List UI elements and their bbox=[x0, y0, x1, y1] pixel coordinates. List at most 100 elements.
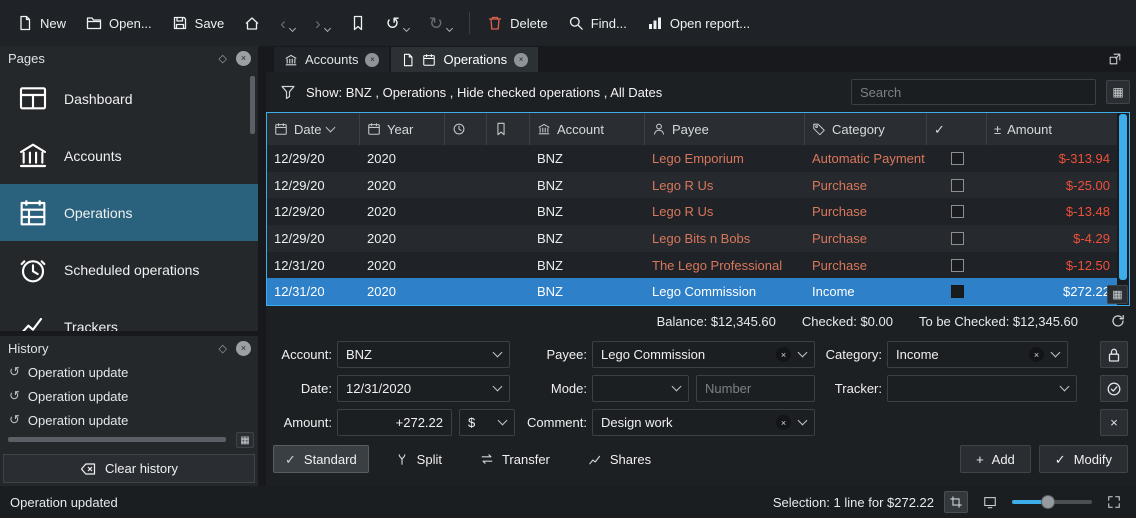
column-header-year[interactable]: Year bbox=[360, 113, 445, 145]
redo-dropdown-icon bbox=[446, 25, 453, 32]
column-header-category[interactable]: Category bbox=[805, 113, 927, 145]
open-report-label: Open report... bbox=[670, 16, 750, 31]
pages-scrollbar[interactable] bbox=[250, 76, 255, 134]
validate-button[interactable] bbox=[1100, 375, 1128, 402]
checked-checkbox[interactable] bbox=[951, 179, 964, 192]
table-row[interactable]: 12/29/20 2020 BNZ Lego Emporium Automati… bbox=[267, 145, 1117, 172]
status-bar: Operation updated Selection: 1 line for … bbox=[0, 486, 1136, 518]
column-header-checked[interactable]: ✓ bbox=[927, 113, 987, 145]
history-item[interactable]: ↺ Operation update bbox=[0, 384, 258, 408]
delete-button[interactable]: Delete bbox=[478, 6, 557, 40]
home-button[interactable] bbox=[235, 6, 269, 40]
unit-select[interactable]: $ bbox=[459, 409, 515, 436]
checked-checkbox[interactable] bbox=[951, 152, 964, 165]
bank-icon bbox=[537, 122, 551, 136]
detach-tab-button[interactable] bbox=[1108, 49, 1128, 69]
type-split-button[interactable]: Split bbox=[383, 445, 454, 473]
clear-category-button[interactable]: × bbox=[1029, 347, 1044, 362]
clear-history-button[interactable]: Clear history bbox=[3, 454, 255, 483]
mode-select[interactable] bbox=[592, 375, 689, 402]
close-panel-button[interactable]: × bbox=[236, 341, 251, 356]
zoom-slider[interactable] bbox=[1012, 492, 1092, 512]
table-config-button[interactable]: ▦ bbox=[1107, 285, 1128, 304]
fit-selection-button[interactable] bbox=[944, 491, 968, 513]
payee-combobox[interactable]: Lego Commission× bbox=[592, 341, 815, 368]
type-transfer-button[interactable]: Transfer bbox=[468, 445, 562, 473]
redo-button[interactable]: ↻ bbox=[420, 6, 461, 40]
find-label: Find... bbox=[591, 16, 627, 31]
sidebar-item-operations[interactable]: Operations bbox=[0, 184, 258, 241]
sidebar-item-accounts[interactable]: Accounts bbox=[0, 127, 258, 184]
new-button[interactable]: New bbox=[8, 6, 75, 40]
date-select[interactable]: 12/31/2020 bbox=[337, 375, 510, 402]
table-scrollbar[interactable] bbox=[1117, 113, 1129, 305]
refresh-icon bbox=[1110, 313, 1126, 329]
filter-summary[interactable]: Show: BNZ , Operations , Hide checked op… bbox=[306, 85, 662, 100]
table-row-selected[interactable]: 12/31/20 2020 BNZ Lego Commission Income… bbox=[267, 278, 1117, 305]
fullscreen-button[interactable] bbox=[1102, 491, 1126, 513]
fit-page-button[interactable] bbox=[978, 491, 1002, 513]
number-input[interactable] bbox=[696, 375, 815, 402]
column-header-amount[interactable]: ± Amount bbox=[987, 113, 1117, 145]
table-row[interactable]: 12/29/20 2020 BNZ Lego R Us Purchase $-1… bbox=[267, 198, 1117, 225]
tab-operations[interactable]: Operations × bbox=[391, 47, 538, 72]
category-combobox[interactable]: Income× bbox=[887, 341, 1068, 368]
account-select[interactable]: BNZ bbox=[337, 341, 510, 368]
checked-checkbox[interactable] bbox=[951, 232, 964, 245]
checked-checkbox[interactable] bbox=[951, 285, 964, 298]
cancel-button[interactable]: × bbox=[1100, 409, 1128, 436]
modify-button[interactable]: ✓ Modify bbox=[1039, 445, 1128, 473]
open-button[interactable]: Open... bbox=[77, 6, 161, 40]
column-header-date[interactable]: Date bbox=[267, 113, 360, 145]
account-value: BNZ bbox=[346, 347, 372, 362]
undo-button[interactable]: ↺ bbox=[377, 6, 418, 40]
refresh-button[interactable] bbox=[1110, 312, 1128, 330]
cell-date: 12/29/20 bbox=[267, 178, 360, 193]
checked-checkbox[interactable] bbox=[951, 259, 964, 272]
type-standard-button[interactable]: ✓ Standard bbox=[273, 445, 369, 473]
clock-icon bbox=[17, 254, 49, 286]
clear-comment-button[interactable]: × bbox=[776, 415, 791, 430]
slider-handle[interactable] bbox=[1041, 495, 1055, 509]
history-item-label: Operation update bbox=[28, 413, 128, 428]
tracker-select[interactable] bbox=[887, 375, 1077, 402]
table-row[interactable]: 12/29/20 2020 BNZ Lego Bits n Bobs Purch… bbox=[267, 225, 1117, 252]
table-row[interactable]: 12/31/20 2020 BNZ The Lego Professional … bbox=[267, 252, 1117, 279]
table-menu-button[interactable]: ▦ bbox=[1106, 80, 1130, 104]
float-panel-icon[interactable]: ◇ bbox=[219, 52, 227, 65]
bookmark-button[interactable] bbox=[341, 6, 375, 40]
tab-accounts[interactable]: Accounts × bbox=[274, 47, 389, 72]
column-header-payee[interactable]: Payee bbox=[645, 113, 805, 145]
forward-button[interactable]: › bbox=[306, 6, 339, 40]
find-button[interactable]: Find... bbox=[559, 6, 636, 40]
history-item[interactable]: ↺ Operation update bbox=[0, 408, 258, 432]
sidebar-item-scheduled-operations[interactable]: Scheduled operations bbox=[0, 241, 258, 298]
column-header-bookmark[interactable] bbox=[487, 113, 530, 145]
open-report-button[interactable]: Open report... bbox=[638, 6, 759, 40]
close-panel-button[interactable]: × bbox=[236, 51, 251, 66]
history-item[interactable]: ↺ Operation update bbox=[0, 360, 258, 384]
sidebar-item-dashboard[interactable]: Dashboard bbox=[0, 70, 258, 127]
type-shares-button[interactable]: Shares bbox=[576, 445, 663, 473]
back-button[interactable]: ‹ bbox=[271, 6, 304, 40]
scrollbar-thumb[interactable] bbox=[1119, 114, 1127, 280]
checked-checkbox[interactable] bbox=[951, 205, 964, 218]
sidebar-item-trackers[interactable]: Trackers bbox=[0, 298, 258, 331]
close-tab-button[interactable]: × bbox=[514, 53, 528, 67]
history-horizontal-scrollbar[interactable] bbox=[8, 437, 226, 442]
freeze-button[interactable] bbox=[1100, 341, 1128, 368]
clear-payee-button[interactable]: × bbox=[776, 347, 791, 362]
amount-input[interactable] bbox=[337, 409, 452, 436]
ledger-icon bbox=[17, 197, 49, 229]
column-header-schedule[interactable] bbox=[445, 113, 487, 145]
search-input[interactable] bbox=[851, 79, 1096, 105]
table-row[interactable]: 12/29/20 2020 BNZ Lego R Us Purchase $-2… bbox=[267, 172, 1117, 199]
save-button[interactable]: Save bbox=[163, 6, 234, 40]
add-button[interactable]: + Add bbox=[960, 445, 1031, 473]
cell-date: 12/29/20 bbox=[267, 151, 360, 166]
column-header-account[interactable]: Account bbox=[530, 113, 645, 145]
close-tab-button[interactable]: × bbox=[365, 53, 379, 67]
history-config-button[interactable]: ▦ bbox=[236, 432, 254, 448]
float-panel-icon[interactable]: ◇ bbox=[219, 342, 227, 355]
comment-combobox[interactable]: Design work× bbox=[592, 409, 815, 436]
